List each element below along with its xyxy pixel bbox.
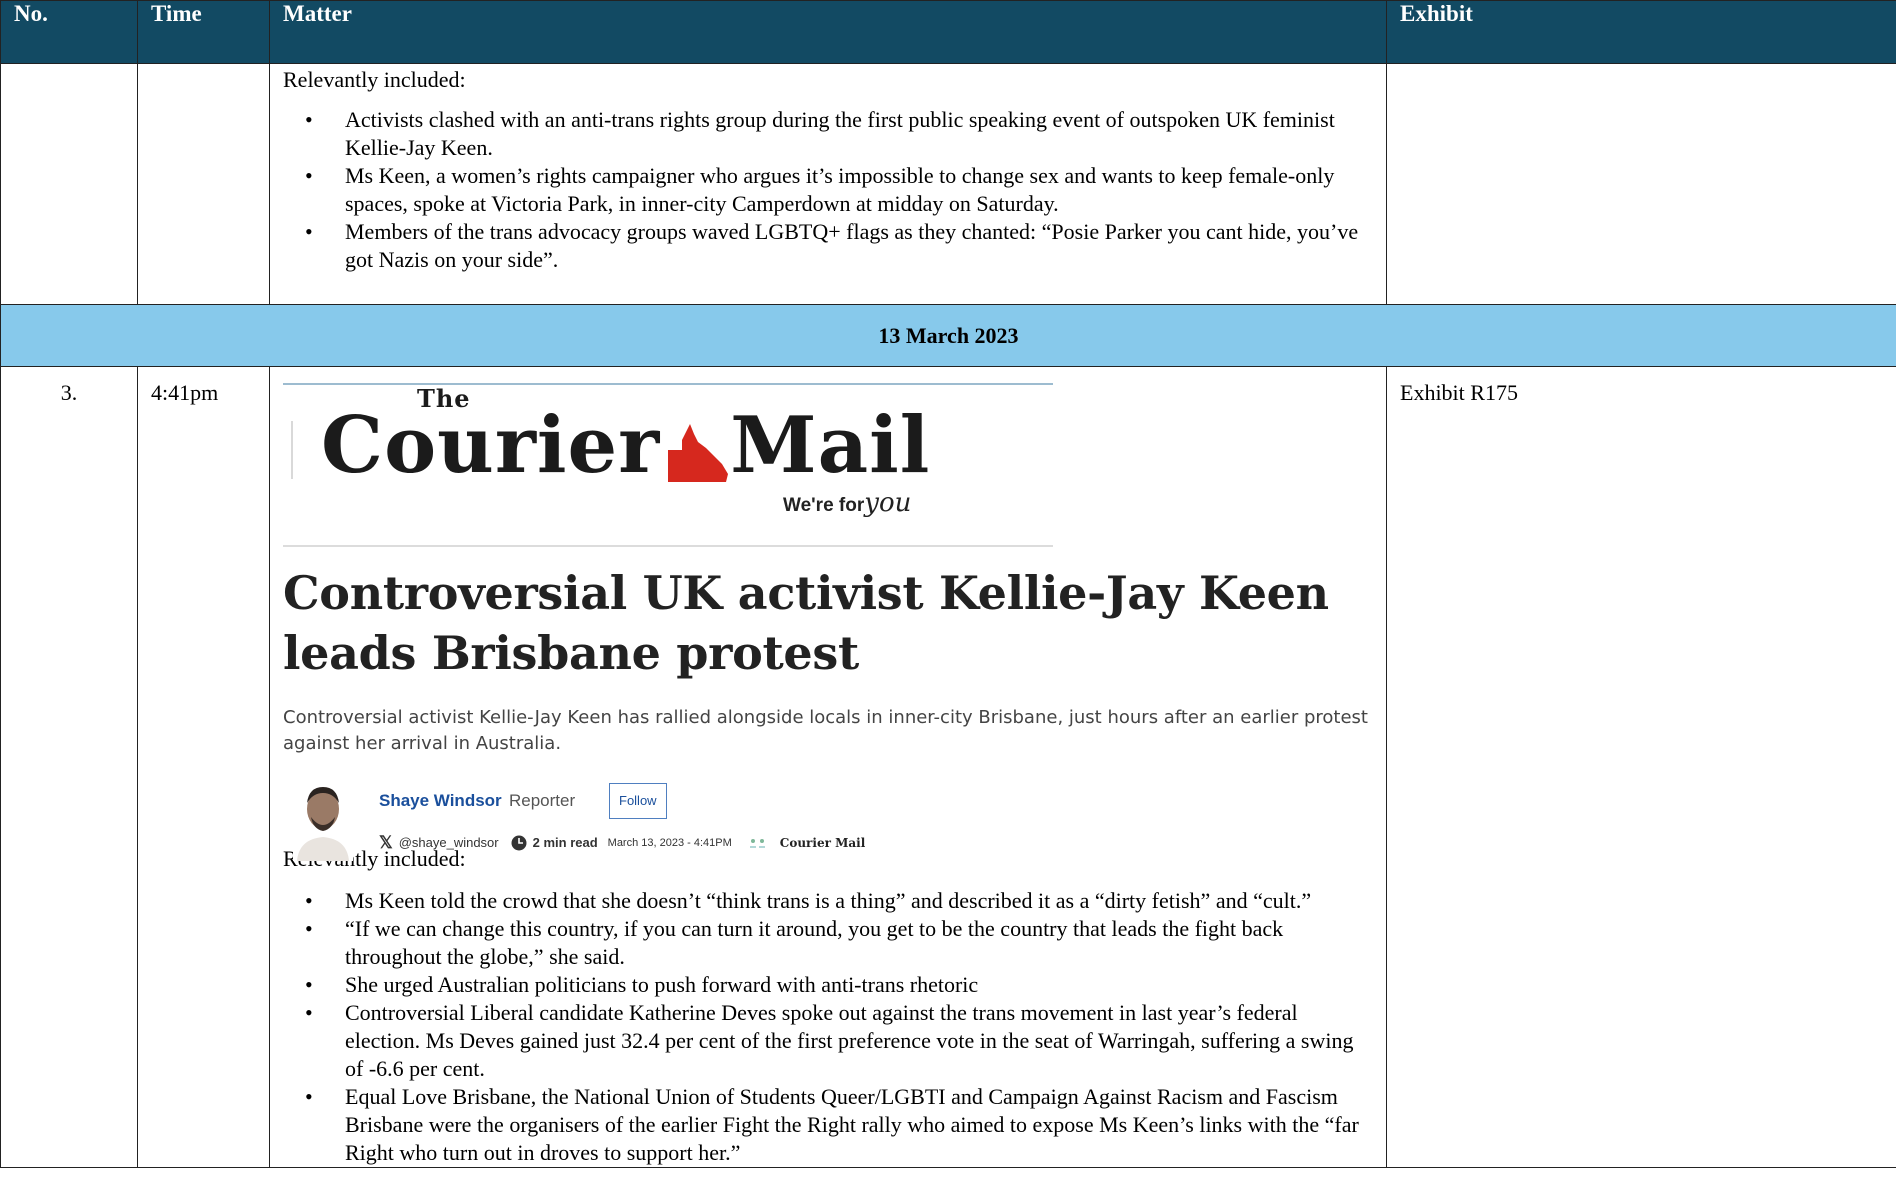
author-role: Reporter [509,791,576,810]
masthead-divider [291,421,293,479]
table-header-row: No. Time Matter Exhibit [0,0,1896,64]
author-name-link[interactable]: Shaye Windsor [379,787,502,815]
bullet-text: Equal Love Brisbane, the National Union … [345,1084,1359,1165]
masthead-the: The [417,384,471,413]
bullet-icon: • [305,219,313,244]
read-time: 2 min read [532,835,598,850]
list-item: • Ms Keen, a women’s rights campaigner wh… [283,162,1373,218]
article-byline: Shaye Windsor Reporter Follow 𝕏 @shaye_w… [283,771,1373,861]
bullet-text: She urged Australian politicians to push… [345,972,979,997]
bullet-icon: • [305,1000,313,1025]
author-avatar [293,781,353,861]
bullet-icon: • [305,163,313,188]
list-item: • Ms Keen told the crowd that she doesn’t… [283,887,1373,915]
bullet-text: Controversial Liberal candidate Katherin… [345,1000,1354,1081]
author-handle[interactable]: @shaye_windsor [399,829,499,857]
bullet-icon: • [305,972,313,997]
bullet-text: Ms Keen told the crowd that she doesn’t … [345,888,1312,913]
evidence-table: No. Time Matter Exhibit Relevantly inclu… [0,0,1896,1168]
masthead-tagline: We're foryou [783,489,911,520]
bullet-text: “If we can change this country, if you c… [345,916,1284,969]
row-time [137,63,270,305]
table-row: 3. 4:41pm The Courier Mail We're foryou Co… [0,366,1896,1168]
list-item: • She urged Australian politicians to pus… [283,971,1373,999]
masthead-logo: The Courier Mail [321,387,931,491]
matter-bullet-list: • Ms Keen told the crowd that she doesn’t… [283,887,1373,1167]
masthead-bottom-rule [283,545,1053,547]
row-number: 3. [0,366,138,1168]
column-header-time: Time [137,0,270,64]
row-exhibit [1386,63,1896,305]
bullet-text: Ms Keen, a women’s rights campaigner who… [345,163,1335,216]
column-header-matter: Matter [269,0,1387,64]
bullet-text: Members of the trans advocacy groups wav… [345,219,1359,272]
row-matter: Relevantly included: • Activists clashed … [269,63,1387,305]
row-number [0,63,138,305]
follow-button[interactable]: Follow [609,783,667,819]
share-icon [749,839,765,848]
bullet-icon: • [305,1084,313,1109]
date-divider-row: 13 March 2023 [0,304,1896,367]
x-logo-icon: 𝕏 [379,833,393,852]
article-meta: 𝕏 @shaye_windsor 2 min read March 13, 20… [379,829,865,857]
article-screenshot: The Courier Mail We're foryou Controversia… [283,383,1373,861]
masthead: The Courier Mail We're foryou [283,385,1053,545]
row-time: 4:41pm [137,366,270,1168]
row-exhibit: Exhibit R175 [1386,366,1896,1168]
article-standfirst: Controversial activist Kellie-Jay Keen h… [283,707,1368,754]
bullet-icon: • [305,888,313,913]
list-item: • Activists clashed with an anti-trans ri… [283,106,1373,162]
bullet-icon: • [305,916,313,941]
tagline-script: you [864,488,912,518]
matter-lead: Relevantly included: [283,67,466,92]
article-headline: Controversial UK activist Kellie-Jay Kee… [283,566,1329,680]
bullet-text: Activists clashed with an anti-trans rig… [345,107,1335,160]
table-row: Relevantly included: • Activists clashed … [0,63,1896,305]
tagline-text: We're for [783,495,865,516]
date-divider: 13 March 2023 [0,304,1896,367]
list-item: • Equal Love Brisbane, the National Union… [283,1083,1373,1167]
column-header-exhibit: Exhibit [1386,0,1896,64]
queensland-map-icon [668,423,729,482]
row-matter: The Courier Mail We're foryou Controversia… [269,366,1387,1168]
bullet-icon: • [305,107,313,132]
publish-datetime: March 13, 2023 - 4:41PM [607,837,732,849]
matter-bullet-list: • Activists clashed with an anti-trans ri… [283,106,1373,274]
list-item: • “If we can change this country, if you … [283,915,1373,971]
list-item: • Controversial Liberal candidate Katheri… [283,999,1373,1083]
list-item: • Members of the trans advocacy groups wa… [283,218,1373,274]
masthead-word-mail: Mail [730,400,931,491]
clock-icon [511,835,527,851]
masthead-word-courier: Courier [321,400,661,491]
column-header-no: No. [0,0,138,64]
brand-small-logo: Courier Mail [779,836,866,850]
